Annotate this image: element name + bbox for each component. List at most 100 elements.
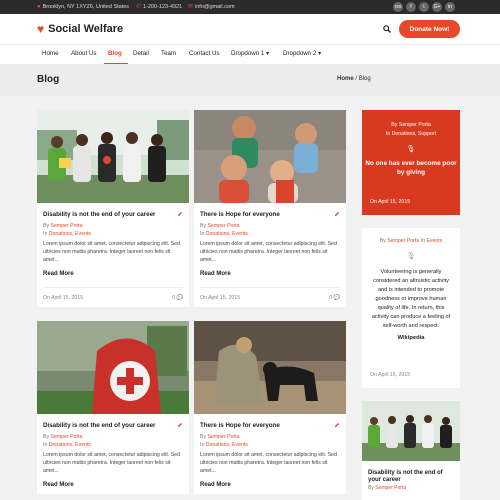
featured-quote-card: By Semper Porta In Donations, Support 🎙 …: [362, 110, 460, 215]
read-more-link[interactable]: Read More: [200, 482, 340, 488]
comment-count[interactable]: 0 💬: [172, 295, 183, 301]
blog-post-card: There is Hope for everyone By Semper Por…: [194, 321, 346, 494]
pencil-icon: [178, 423, 182, 427]
sidebar-post-author[interactable]: Semper Porta: [375, 485, 406, 491]
breadcrumb-home[interactable]: Home: [337, 76, 354, 82]
main-nav: Home About Us Blog Detail Team Contact U…: [0, 44, 500, 65]
breadcrumb-current: Blog: [358, 76, 371, 82]
post-title[interactable]: There is Hope for everyone: [200, 211, 340, 218]
sidebar-post-title[interactable]: Disability is not the end of your career: [362, 461, 460, 484]
post-categories[interactable]: Donations, Events: [49, 442, 91, 448]
location-pin-icon: ●: [37, 4, 41, 10]
volunteers-photo: [37, 110, 189, 203]
comment-count[interactable]: 0 💬: [329, 295, 340, 301]
nav-about-us[interactable]: About Us: [71, 50, 96, 57]
google-plus-icon[interactable]: G+: [432, 2, 442, 12]
volunteers-photo: [362, 401, 460, 461]
post-meta: By Semper Porta In Donations, Events: [43, 434, 91, 448]
blog-post-card: Disability is not the end of your career…: [37, 110, 189, 307]
pencil-icon: [335, 212, 339, 216]
post-meta: By Semper Porta In Donations, Events: [200, 223, 248, 237]
red-cross-worker-photo: [37, 321, 189, 414]
post-author[interactable]: Semper Porta: [51, 434, 83, 440]
post-author[interactable]: Semper Porta: [208, 223, 240, 229]
pencil-icon: [335, 423, 339, 427]
address-text: Brooklyn, NY 1XYZ6, United States: [42, 4, 130, 10]
post-title[interactable]: Disability is not the end of your career: [43, 422, 183, 429]
post-categories[interactable]: Donations, Events: [206, 442, 248, 448]
post-categories[interactable]: Donations, Events: [206, 231, 248, 237]
page-title: Blog: [37, 74, 60, 85]
comment-icon: 💬: [333, 295, 340, 301]
post-footer: On April 15, 2015 0 💬: [43, 287, 183, 301]
post-image[interactable]: [194, 321, 346, 414]
site-logo[interactable]: ♥ Social Welfare: [37, 23, 123, 35]
nav-detail[interactable]: Detail: [133, 50, 149, 57]
quote-date: On April 15, 2015: [370, 199, 411, 205]
read-more-link[interactable]: Read More: [200, 271, 340, 277]
social-links: rss f t G+ in: [393, 2, 455, 12]
quote-categories[interactable]: In Donations, Support: [362, 131, 460, 137]
post-categories[interactable]: Donations, Events: [49, 231, 91, 237]
facebook-icon[interactable]: f: [406, 2, 416, 12]
top-bar: ● Brooklyn, NY 1XYZ6, United States ✆ 1-…: [0, 0, 500, 14]
post-title[interactable]: Disability is not the end of your career: [43, 211, 183, 218]
site-name: Social Welfare: [48, 23, 124, 35]
twitter-icon[interactable]: t: [419, 2, 429, 12]
blog-post-card: Disability is not the end of your career…: [37, 321, 189, 494]
nav-contact-us[interactable]: Contact Us: [189, 50, 220, 57]
microphone-icon: 🎙: [406, 253, 416, 260]
donate-button[interactable]: Donate Now!: [399, 20, 460, 38]
phone-info: ✆ 1-200-123-4321: [136, 4, 182, 10]
heart-icon: ♥: [37, 22, 45, 36]
post-excerpt: Lorem ipsum dolor sit amet, consectetur …: [43, 452, 180, 474]
comment-icon: 💬: [176, 295, 183, 301]
linkedin-icon[interactable]: in: [445, 2, 455, 12]
post-excerpt: Lorem ipsum dolor sit amet, consectetur …: [43, 241, 180, 263]
post-title[interactable]: There is Hope for everyone: [200, 422, 340, 429]
soldier-dog-photo: [194, 321, 346, 414]
children-photo: [194, 110, 346, 203]
quote-category[interactable]: Events: [426, 238, 442, 244]
phone-text: 1-200-123-4321: [143, 4, 183, 10]
quote-author[interactable]: Semper Porta: [387, 238, 419, 244]
quote-source: Wikipedia: [397, 335, 425, 341]
post-meta: By Semper Porta In Donations, Events: [200, 434, 248, 448]
quote-meta: By Semper Porta In Events: [379, 238, 443, 244]
read-more-link[interactable]: Read More: [43, 271, 183, 277]
phone-icon: ✆: [136, 4, 142, 10]
address-info: ● Brooklyn, NY 1XYZ6, United States: [37, 4, 129, 10]
post-image[interactable]: [194, 110, 346, 203]
post-date: On April 15, 2015: [200, 295, 241, 301]
quote-author[interactable]: By Semper Porta: [362, 122, 460, 128]
nav-blog[interactable]: Blog: [108, 50, 122, 57]
post-image[interactable]: [37, 321, 189, 414]
post-author[interactable]: Semper Porta: [208, 434, 240, 440]
nav-dropdown-2[interactable]: Dropdown 2 ▾: [283, 50, 321, 57]
breadcrumb: Home / Blog: [337, 76, 371, 82]
post-excerpt: Lorem ipsum dolor sit amet, consectetur …: [200, 241, 337, 263]
quote-text: Volunteering is generally considered an …: [371, 269, 451, 329]
email-text: info@gmail.com: [195, 4, 235, 10]
site-header: ♥ Social Welfare Donate Now!: [0, 14, 500, 44]
search-icon[interactable]: [383, 25, 391, 33]
pencil-icon: [178, 212, 182, 216]
sidebar-post-card: Disability is not the end of your career…: [362, 401, 460, 500]
post-footer: On April 15, 2015 0 💬: [200, 287, 340, 301]
nav-dropdown-1[interactable]: Dropdown 1 ▾: [231, 50, 269, 57]
quote-text: No one has ever become poor by giving: [365, 160, 457, 176]
post-author[interactable]: Semper Porta: [51, 223, 83, 229]
read-more-link[interactable]: Read More: [43, 482, 183, 488]
quote-date: On April 15, 2015: [370, 372, 411, 378]
email-info: ✉ info@gmail.com: [188, 4, 235, 10]
email-icon: ✉: [188, 4, 194, 10]
post-date: On April 15, 2015: [43, 295, 84, 301]
sidebar-post-meta: By Semper Porta: [368, 485, 407, 491]
nav-home[interactable]: Home: [42, 50, 59, 57]
nav-team[interactable]: Team: [161, 50, 176, 57]
quote-card: By Semper Porta In Events 🎙 Volunteering…: [362, 228, 460, 388]
post-image[interactable]: [37, 110, 189, 203]
post-meta: By Semper Porta In Donations, Events: [43, 223, 91, 237]
sidebar-post-image[interactable]: [362, 401, 460, 461]
rss-icon[interactable]: rss: [393, 2, 403, 12]
